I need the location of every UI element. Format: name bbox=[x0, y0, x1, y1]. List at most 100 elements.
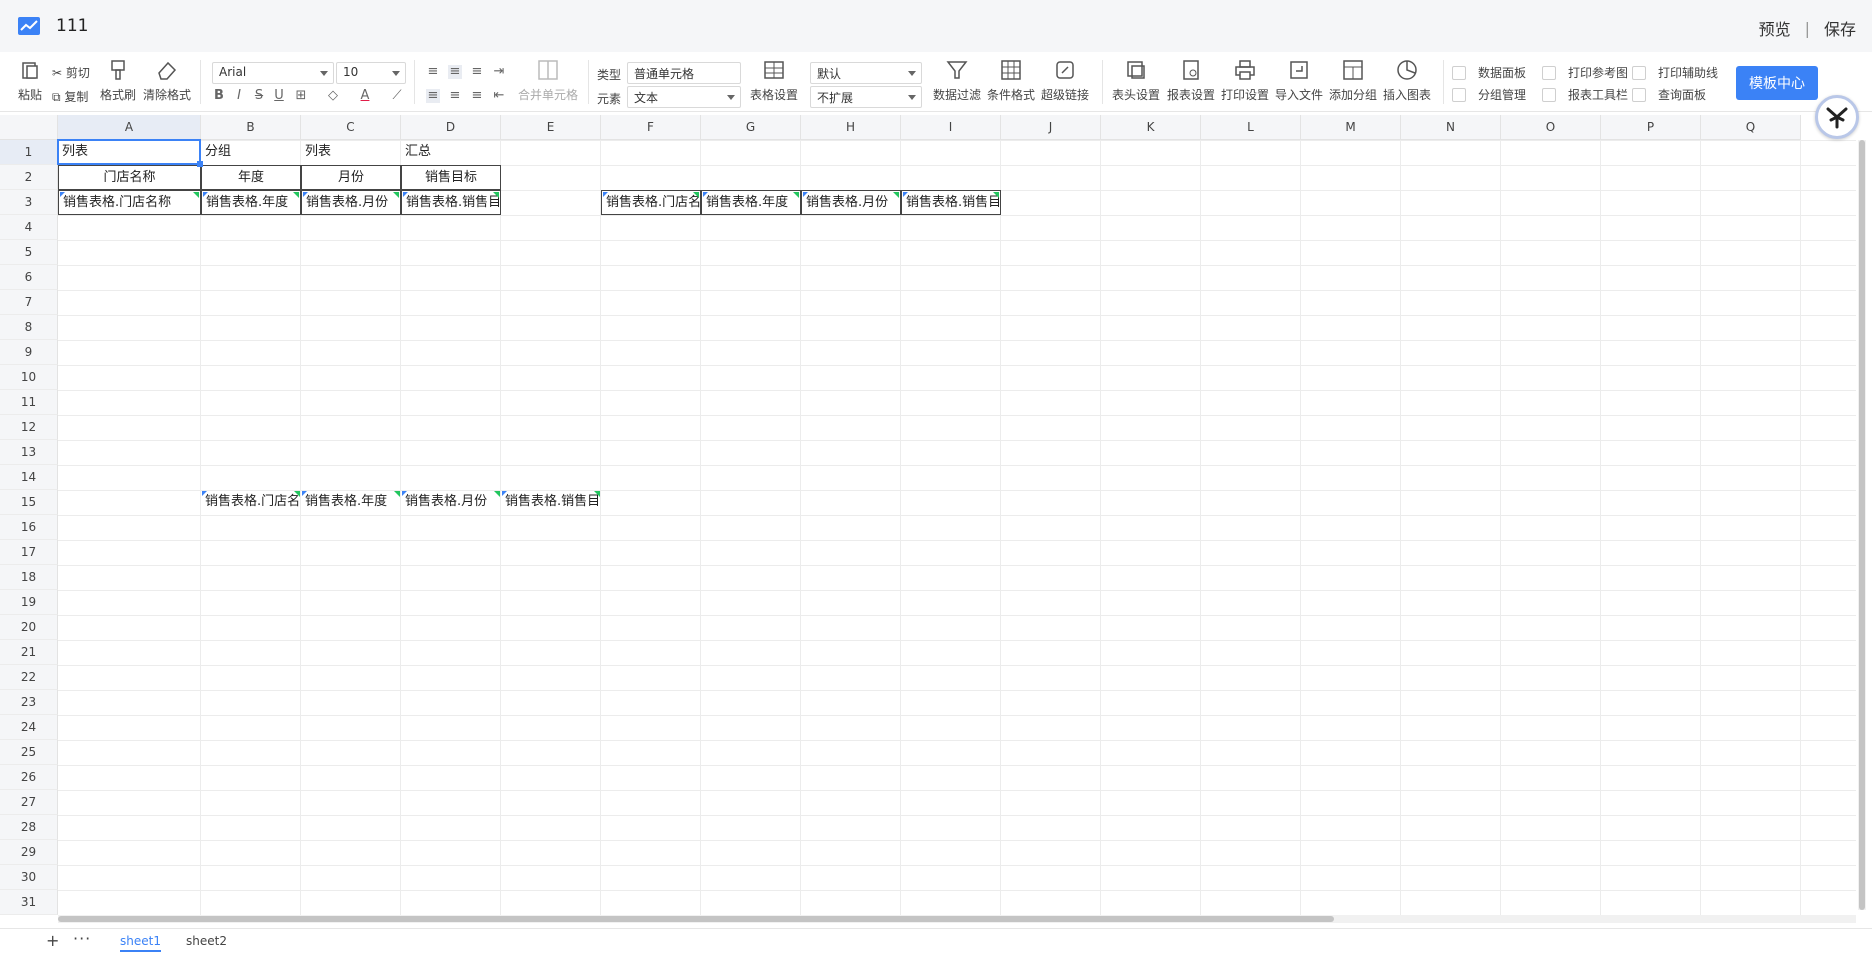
row-header-10[interactable]: 10 bbox=[0, 365, 58, 390]
clear-style-icon[interactable]: ⟋ bbox=[390, 89, 404, 103]
add-group-button[interactable]: 添加分组 bbox=[1329, 52, 1377, 103]
cell-D2[interactable]: 销售目标 bbox=[401, 165, 501, 190]
italic-icon[interactable]: I bbox=[232, 89, 246, 103]
row-header-24[interactable]: 24 bbox=[0, 715, 58, 740]
more-icon[interactable]: ··· bbox=[73, 929, 91, 948]
conditional-format-button[interactable]: 条件格式 bbox=[987, 52, 1035, 103]
outdent-icon[interactable]: ⇤ bbox=[492, 89, 506, 103]
column-header-P[interactable]: P bbox=[1601, 115, 1701, 140]
cell-C15[interactable]: 销售表格.年度 bbox=[301, 490, 401, 515]
spreadsheet-grid[interactable]: A B C D E F G H I J K L M N O P Q 1 2 3 4 5 6 7 8 9 10 11 12 13 14 15 16… bbox=[0, 115, 1856, 915]
row-header-30[interactable]: 30 bbox=[0, 865, 58, 890]
column-header-L[interactable]: L bbox=[1201, 115, 1301, 140]
cell-B15[interactable]: 销售表格.门店名 bbox=[201, 490, 301, 515]
row-header-2[interactable]: 2 bbox=[0, 165, 58, 190]
row-header-18[interactable]: 18 bbox=[0, 565, 58, 590]
data-panel-checkbox[interactable]: 数据面板 bbox=[1452, 64, 1526, 81]
cell-F3[interactable]: 销售表格.门店名 bbox=[601, 190, 701, 215]
report-settings-button[interactable]: 报表设置 bbox=[1167, 52, 1215, 103]
expand-select[interactable]: 不扩展 bbox=[810, 86, 922, 108]
print-ref-checkbox[interactable]: 打印参考图 bbox=[1542, 64, 1628, 81]
assistant-avatar-icon[interactable] bbox=[1815, 95, 1859, 139]
data-filter-button[interactable]: 数据过滤 bbox=[933, 52, 981, 103]
cell-B2[interactable]: 年度 bbox=[201, 165, 301, 190]
align-right-icon[interactable]: ≡ bbox=[470, 89, 484, 103]
row-header-6[interactable]: 6 bbox=[0, 265, 58, 290]
align-bottom-icon[interactable]: ≡ bbox=[470, 65, 484, 79]
cell-A3[interactable]: 销售表格.门店名称 bbox=[58, 190, 201, 215]
column-header-M[interactable]: M bbox=[1301, 115, 1401, 140]
cell-E15[interactable]: 销售表格.销售目 bbox=[501, 490, 601, 515]
align-left-icon[interactable]: ≡ bbox=[426, 89, 440, 103]
hyperlink-button[interactable]: 超级链接 bbox=[1041, 52, 1089, 103]
cell-C1[interactable]: 列表 bbox=[301, 140, 401, 165]
column-header-I[interactable]: I bbox=[901, 115, 1001, 140]
indent-icon[interactable]: ⇥ bbox=[492, 65, 506, 79]
insert-chart-button[interactable]: 插入图表 bbox=[1383, 52, 1431, 103]
default-select[interactable]: 默认 bbox=[810, 62, 922, 84]
report-toolbar-checkbox[interactable]: 报表工具栏 bbox=[1542, 86, 1628, 103]
font-family-select[interactable]: Arial bbox=[212, 62, 334, 84]
cell-H3[interactable]: 销售表格.月份 bbox=[801, 190, 901, 215]
column-header-C[interactable]: C bbox=[301, 115, 401, 140]
column-header-D[interactable]: D bbox=[401, 115, 501, 140]
group-manage-checkbox[interactable]: 分组管理 bbox=[1452, 86, 1526, 103]
row-header-20[interactable]: 20 bbox=[0, 615, 58, 640]
table-settings-button[interactable]: 表格设置 bbox=[750, 52, 798, 103]
cell-B3[interactable]: 销售表格.年度 bbox=[201, 190, 301, 215]
border-icon[interactable]: ⊞ bbox=[294, 89, 308, 103]
bold-icon[interactable]: B bbox=[212, 89, 226, 103]
print-guides-checkbox[interactable]: 打印辅助线 bbox=[1632, 64, 1718, 81]
template-center-button[interactable]: 模板中心 bbox=[1736, 66, 1818, 100]
horizontal-scroll-thumb[interactable] bbox=[58, 916, 1334, 922]
align-top-icon[interactable]: ≡ bbox=[426, 65, 440, 79]
row-header-21[interactable]: 21 bbox=[0, 640, 58, 665]
row-header-8[interactable]: 8 bbox=[0, 315, 58, 340]
row-header-7[interactable]: 7 bbox=[0, 290, 58, 315]
cell-D15[interactable]: 销售表格.月份 bbox=[401, 490, 501, 515]
row-header-27[interactable]: 27 bbox=[0, 790, 58, 815]
row-header-13[interactable]: 13 bbox=[0, 440, 58, 465]
preview-button[interactable]: 预览 bbox=[1759, 16, 1791, 40]
underline-icon[interactable]: U bbox=[272, 89, 286, 103]
row-header-19[interactable]: 19 bbox=[0, 590, 58, 615]
fill-handle[interactable] bbox=[197, 161, 203, 167]
column-header-F[interactable]: F bbox=[601, 115, 701, 140]
cut-button[interactable]: ✂ 剪切 bbox=[52, 64, 90, 81]
align-center-icon[interactable]: ≡ bbox=[448, 89, 462, 103]
clear-format-button[interactable]: 清除格式 bbox=[143, 52, 191, 103]
query-panel-checkbox[interactable]: 查询面板 bbox=[1632, 86, 1706, 103]
header-settings-button[interactable]: 表头设置 bbox=[1112, 52, 1160, 103]
row-header-28[interactable]: 28 bbox=[0, 815, 58, 840]
format-painter-button[interactable]: 格式刷 bbox=[100, 52, 136, 103]
row-header-16[interactable]: 16 bbox=[0, 515, 58, 540]
row-header-31[interactable]: 31 bbox=[0, 890, 58, 915]
sheet-tab-sheet1[interactable]: sheet1 bbox=[120, 934, 161, 952]
cell-D3[interactable]: 销售表格.销售目 bbox=[401, 190, 501, 215]
import-file-button[interactable]: 导入文件 bbox=[1275, 52, 1323, 103]
row-header-4[interactable]: 4 bbox=[0, 215, 58, 240]
merge-cells-button[interactable]: 合并单元格 bbox=[518, 52, 578, 103]
row-header-11[interactable]: 11 bbox=[0, 390, 58, 415]
cell-type-input[interactable]: 普通单元格 bbox=[627, 62, 741, 84]
font-color-icon[interactable]: A bbox=[358, 89, 372, 103]
align-middle-icon[interactable]: ≡ bbox=[448, 65, 462, 79]
paste-button[interactable]: 粘贴 bbox=[18, 52, 42, 103]
row-header-26[interactable]: 26 bbox=[0, 765, 58, 790]
cell-D1[interactable]: 汇总 bbox=[401, 140, 501, 165]
row-header-12[interactable]: 12 bbox=[0, 415, 58, 440]
column-header-J[interactable]: J bbox=[1001, 115, 1101, 140]
sheet-tab-sheet2[interactable]: sheet2 bbox=[186, 934, 227, 948]
row-header-14[interactable]: 14 bbox=[0, 465, 58, 490]
column-header-O[interactable]: O bbox=[1501, 115, 1601, 140]
element-select[interactable]: 文本 bbox=[627, 86, 741, 108]
cell-C2[interactable]: 月份 bbox=[301, 165, 401, 190]
row-header-15[interactable]: 15 bbox=[0, 490, 58, 515]
row-header-3[interactable]: 3 bbox=[0, 190, 58, 215]
row-header-23[interactable]: 23 bbox=[0, 690, 58, 715]
cell-C3[interactable]: 销售表格.月份 bbox=[301, 190, 401, 215]
add-sheet-icon[interactable]: + bbox=[46, 931, 59, 950]
column-header-Q[interactable]: Q bbox=[1701, 115, 1801, 140]
row-header-5[interactable]: 5 bbox=[0, 240, 58, 265]
vertical-scroll-thumb[interactable] bbox=[1859, 140, 1865, 910]
